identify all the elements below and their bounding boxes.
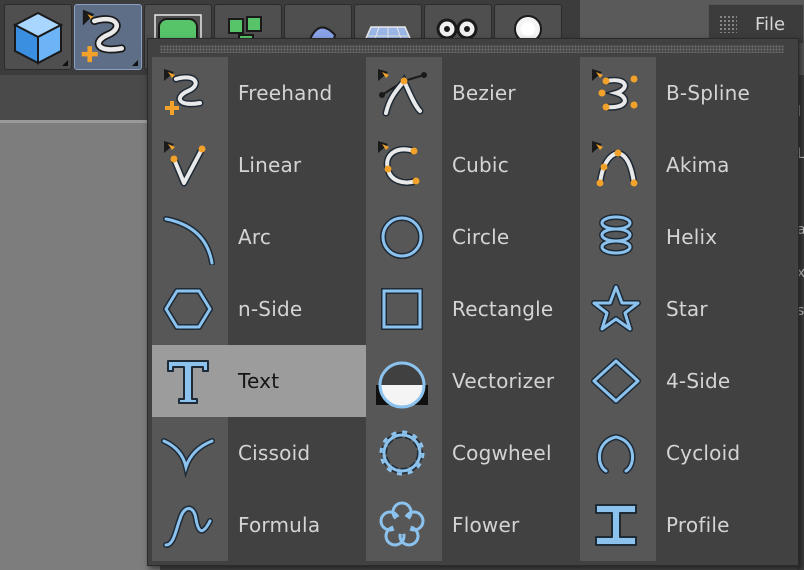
menu-item-label: Cycloid <box>666 441 741 465</box>
freehand-icon <box>160 65 216 121</box>
menu-item-label: Akima <box>666 153 730 177</box>
menu-item-circle[interactable]: Circle <box>366 201 580 273</box>
menu-item-akima[interactable]: Akima <box>580 129 794 201</box>
menu-item-4-side[interactable]: 4-Side <box>580 345 794 417</box>
menu-item-rectangle[interactable]: Rectangle <box>366 273 580 345</box>
menu-item-linear[interactable]: Linear <box>152 129 366 201</box>
menu-item-star[interactable]: Star <box>580 273 794 345</box>
menu-item-cissoid[interactable]: Cissoid <box>152 417 366 489</box>
menu-item-cubic[interactable]: Cubic <box>366 129 580 201</box>
menu-item-label: Flower <box>452 513 520 537</box>
menu-item-label: n-Side <box>238 297 303 321</box>
menu-column-3: B-Spline Akima Helix Star 4-Side Cycloid… <box>580 57 794 561</box>
menu-grip[interactable] <box>160 45 784 53</box>
menu-item-label: Circle <box>452 225 510 249</box>
flower-icon <box>374 497 430 553</box>
menu-item-cogwheel[interactable]: Cogwheel <box>366 417 580 489</box>
spline-tool-button[interactable] <box>74 4 142 70</box>
akima-icon <box>588 137 644 193</box>
viewport-panel <box>0 122 160 570</box>
cycloid-icon <box>588 425 644 481</box>
menu-item-label: Profile <box>666 513 730 537</box>
circle-icon <box>374 209 430 265</box>
menu-column-1: Freehand Linear Arc n-Side Text Cissoid … <box>152 57 366 561</box>
menu-item-arc[interactable]: Arc <box>152 201 366 273</box>
menu-column-2: Bezier Cubic Circle Rectangle Vectorizer… <box>366 57 580 561</box>
cube-tool-button[interactable] <box>4 4 72 70</box>
profile-icon <box>588 497 644 553</box>
menu-item-label: Star <box>666 297 708 321</box>
menu-item-n-side[interactable]: n-Side <box>152 273 366 345</box>
menu-item-label: Text <box>238 369 280 393</box>
menu-item-label: Bezier <box>452 81 516 105</box>
menu-item-label: Formula <box>238 513 321 537</box>
menu-item-label: Cubic <box>452 153 509 177</box>
grip-icon[interactable] <box>719 15 737 33</box>
menu-item-label: Cogwheel <box>452 441 552 465</box>
submenu-indicator <box>62 60 68 66</box>
bezier-icon <box>374 65 430 121</box>
b-spline-icon <box>588 65 644 121</box>
menu-item-label: Cissoid <box>238 441 311 465</box>
file-menu-label: File <box>755 14 786 35</box>
formula-icon <box>160 497 216 553</box>
menu-item-text[interactable]: Text <box>152 345 366 417</box>
menu-item-label: Vectorizer <box>452 369 555 393</box>
menu-item-cycloid[interactable]: Cycloid <box>580 417 794 489</box>
text-icon <box>160 353 216 409</box>
cissoid-icon <box>160 425 216 481</box>
menu-item-label: B-Spline <box>666 81 751 105</box>
cubic-icon <box>374 137 430 193</box>
rectangle-icon <box>374 281 430 337</box>
menu-item-b-spline[interactable]: B-Spline <box>580 57 794 129</box>
menu-item-bezier[interactable]: Bezier <box>366 57 580 129</box>
helix-icon <box>588 209 644 265</box>
viewport-divider <box>0 120 160 123</box>
menu-item-label: Arc <box>238 225 272 249</box>
menu-item-vectorizer[interactable]: Vectorizer <box>366 345 580 417</box>
menu-item-profile[interactable]: Profile <box>580 489 794 561</box>
menu-item-label: Rectangle <box>452 297 554 321</box>
n-side-icon <box>160 281 216 337</box>
star-icon <box>588 281 644 337</box>
menu-item-label: Freehand <box>238 81 333 105</box>
menu-item-label: Linear <box>238 153 302 177</box>
linear-icon <box>160 137 216 193</box>
spline-primitives-menu: Freehand Linear Arc n-Side Text Cissoid … <box>147 38 799 566</box>
menu-item-helix[interactable]: Helix <box>580 201 794 273</box>
menu-item-label: 4-Side <box>666 369 731 393</box>
vectorizer-icon <box>374 353 430 409</box>
menu-item-formula[interactable]: Formula <box>152 489 366 561</box>
four-side-icon <box>588 353 644 409</box>
menu-item-label: Helix <box>666 225 718 249</box>
menu-item-freehand[interactable]: Freehand <box>152 57 366 129</box>
submenu-indicator <box>132 60 138 66</box>
arc-icon <box>160 209 216 265</box>
menu-item-flower[interactable]: Flower <box>366 489 580 561</box>
cogwheel-icon <box>374 425 430 481</box>
